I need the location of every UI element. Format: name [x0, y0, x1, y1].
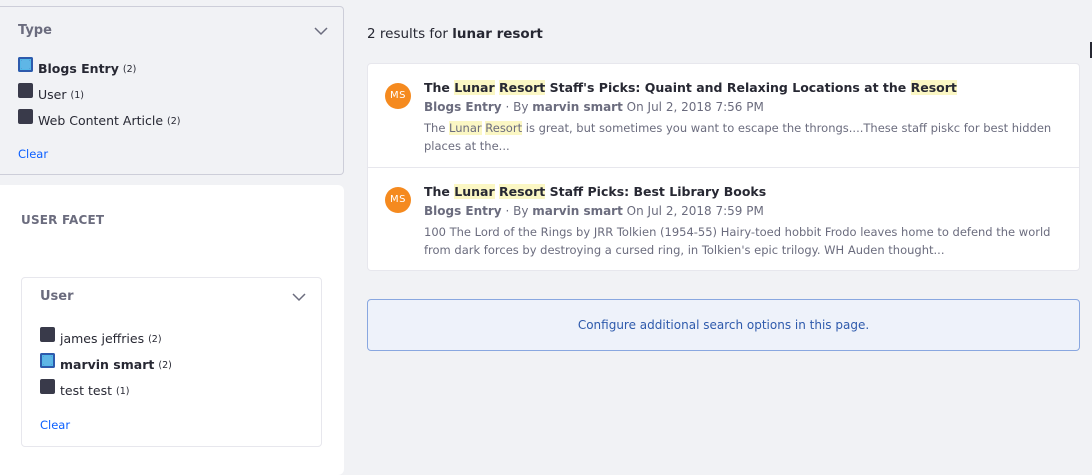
results-list: MS The Lunar Resort Staff's Picks: Quain…	[367, 63, 1080, 271]
type-facet-item-blogs-entry[interactable]: Blogs Entry (2)	[18, 55, 180, 81]
snippet-text: The	[424, 121, 450, 135]
title-highlight: Resort	[910, 80, 957, 95]
title-text: Staff Picks: Best Library Books	[545, 184, 767, 199]
checkbox-checked[interactable]	[40, 352, 55, 368]
result-title-link[interactable]: The Lunar Resort Staff's Picks: Quaint a…	[424, 80, 957, 95]
facet-count: (1)	[70, 89, 84, 101]
facet-count: (2)	[148, 333, 162, 345]
result-snippet: The Lunar Resort is great, but sometimes…	[424, 119, 1054, 155]
user-facet-item-test-test[interactable]: test test (1)	[40, 377, 172, 403]
user-facet-item-james-jeffries[interactable]: james jeffries (2)	[40, 325, 172, 351]
results-count-text: 2 results for	[367, 26, 448, 42]
checkbox[interactable]	[40, 378, 55, 394]
result-item: MS The Lunar Resort Staff Picks: Best Li…	[368, 167, 1079, 270]
result-meta: Blogs Entry · By marvin smart On Jul 2, …	[424, 204, 764, 218]
user-facet-card: USER FACET User james jeffries (2) marvi…	[0, 185, 344, 475]
result-snippet: 100 The Lord of the Rings by JRR Tolkien…	[424, 223, 1054, 259]
type-facet-item-user[interactable]: User (1)	[18, 81, 180, 107]
facet-label: Web Content Article	[38, 112, 164, 128]
result-meta: Blogs Entry · By marvin smart On Jul 2, …	[424, 100, 764, 114]
facet-count: (1)	[115, 385, 130, 397]
result-date: On Jul 2, 2018 7:56 PM	[626, 100, 764, 114]
type-facet-panel: Type Blogs Entry (2) User (1) Web Conten…	[0, 6, 344, 175]
checkbox[interactable]	[18, 108, 33, 124]
result-date: On Jul 2, 2018 7:59 PM	[626, 204, 764, 218]
title-highlight: Resort	[499, 80, 546, 95]
type-facet-title: Type	[18, 23, 52, 38]
checkbox[interactable]	[18, 82, 33, 98]
snippet-highlight: Resort	[485, 121, 523, 135]
type-facet-item-web-content-article[interactable]: Web Content Article (2)	[18, 107, 180, 133]
title-highlight: Lunar	[454, 184, 495, 199]
user-facet-heading: USER FACET	[21, 213, 105, 227]
result-by: · By	[505, 100, 529, 114]
facet-label: Blogs Entry	[38, 60, 119, 76]
title-text: Staff's Picks: Quaint and Relaxing Locat…	[545, 80, 911, 95]
user-facet-list: james jeffries (2) marvin smart (2) test…	[40, 325, 172, 403]
result-by: · By	[505, 204, 529, 218]
chevron-down-icon[interactable]	[291, 289, 307, 305]
facet-count: (2)	[167, 115, 181, 127]
avatar: MS	[385, 187, 411, 213]
result-item: MS The Lunar Resort Staff's Picks: Quain…	[368, 64, 1079, 167]
snippet-text: 100 The Lord of the Rings by JRR Tolkien…	[424, 225, 1051, 257]
result-author: marvin smart	[532, 100, 623, 114]
user-facet-title: User	[40, 289, 74, 304]
snippet-highlight: Lunar	[449, 121, 482, 135]
configure-search-options-link[interactable]: Configure additional search options in t…	[367, 299, 1080, 351]
title-text: The	[424, 80, 455, 95]
facet-count: (2)	[122, 63, 137, 75]
title-highlight: Lunar	[454, 80, 495, 95]
results-summary: 2 results for lunar resort	[367, 26, 543, 42]
user-facet-clear-link[interactable]: Clear	[40, 418, 70, 432]
title-highlight: Resort	[499, 184, 546, 199]
title-text: The	[424, 184, 455, 199]
search-query: lunar resort	[452, 26, 543, 42]
user-facet-panel: User james jeffries (2) marvin smart (2)…	[21, 277, 322, 447]
type-facet-list: Blogs Entry (2) User (1) Web Content Art…	[18, 55, 180, 133]
result-type: Blogs Entry	[424, 100, 502, 114]
result-type: Blogs Entry	[424, 204, 502, 218]
checkbox-checked[interactable]	[18, 56, 33, 72]
result-title-link[interactable]: The Lunar Resort Staff Picks: Best Libra…	[424, 184, 766, 199]
facet-label: User	[38, 86, 67, 102]
facet-label: james jeffries	[60, 330, 145, 346]
facet-count: (2)	[158, 359, 172, 371]
type-facet-header[interactable]: Type	[18, 19, 333, 43]
avatar: MS	[385, 83, 411, 109]
user-facet-header[interactable]: User	[40, 285, 311, 309]
chevron-down-icon[interactable]	[313, 23, 329, 39]
facet-label: test test	[60, 382, 112, 398]
checkbox[interactable]	[40, 326, 55, 342]
facet-label: marvin smart	[60, 356, 155, 372]
type-facet-clear-link[interactable]: Clear	[18, 147, 48, 161]
user-facet-item-marvin-smart[interactable]: marvin smart (2)	[40, 351, 172, 377]
result-author: marvin smart	[532, 204, 623, 218]
